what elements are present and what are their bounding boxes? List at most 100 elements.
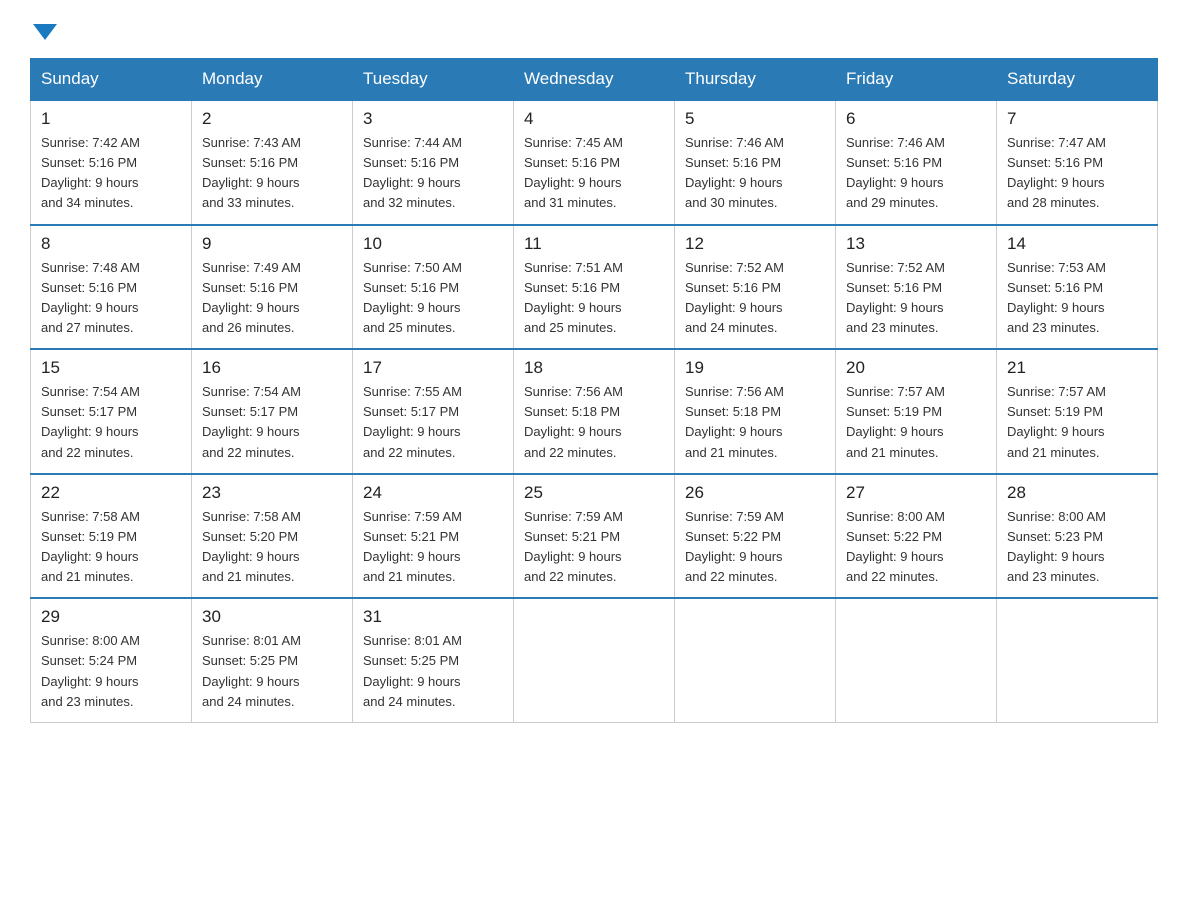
day-info: Sunrise: 7:57 AMSunset: 5:19 PMDaylight:… [1007, 384, 1106, 459]
calendar-cell: 2 Sunrise: 7:43 AMSunset: 5:16 PMDayligh… [192, 100, 353, 225]
weekday-header-monday: Monday [192, 59, 353, 101]
weekday-header-thursday: Thursday [675, 59, 836, 101]
day-number: 17 [363, 358, 503, 378]
day-info: Sunrise: 7:42 AMSunset: 5:16 PMDaylight:… [41, 135, 140, 210]
day-number: 31 [363, 607, 503, 627]
calendar-cell: 21 Sunrise: 7:57 AMSunset: 5:19 PMDaylig… [997, 349, 1158, 474]
day-number: 8 [41, 234, 181, 254]
day-info: Sunrise: 8:01 AMSunset: 5:25 PMDaylight:… [363, 633, 462, 708]
calendar-cell: 22 Sunrise: 7:58 AMSunset: 5:19 PMDaylig… [31, 474, 192, 599]
calendar-cell: 20 Sunrise: 7:57 AMSunset: 5:19 PMDaylig… [836, 349, 997, 474]
calendar-cell: 5 Sunrise: 7:46 AMSunset: 5:16 PMDayligh… [675, 100, 836, 225]
calendar-cell: 15 Sunrise: 7:54 AMSunset: 5:17 PMDaylig… [31, 349, 192, 474]
day-info: Sunrise: 7:52 AMSunset: 5:16 PMDaylight:… [685, 260, 784, 335]
day-info: Sunrise: 7:50 AMSunset: 5:16 PMDaylight:… [363, 260, 462, 335]
day-info: Sunrise: 7:59 AMSunset: 5:22 PMDaylight:… [685, 509, 784, 584]
calendar-cell: 14 Sunrise: 7:53 AMSunset: 5:16 PMDaylig… [997, 225, 1158, 350]
calendar-cell: 17 Sunrise: 7:55 AMSunset: 5:17 PMDaylig… [353, 349, 514, 474]
day-info: Sunrise: 7:46 AMSunset: 5:16 PMDaylight:… [685, 135, 784, 210]
calendar-cell [836, 598, 997, 722]
day-number: 19 [685, 358, 825, 378]
calendar-cell: 13 Sunrise: 7:52 AMSunset: 5:16 PMDaylig… [836, 225, 997, 350]
calendar-cell: 6 Sunrise: 7:46 AMSunset: 5:16 PMDayligh… [836, 100, 997, 225]
day-number: 14 [1007, 234, 1147, 254]
day-number: 9 [202, 234, 342, 254]
day-number: 22 [41, 483, 181, 503]
calendar-cell: 29 Sunrise: 8:00 AMSunset: 5:24 PMDaylig… [31, 598, 192, 722]
day-info: Sunrise: 8:00 AMSunset: 5:23 PMDaylight:… [1007, 509, 1106, 584]
calendar-cell: 19 Sunrise: 7:56 AMSunset: 5:18 PMDaylig… [675, 349, 836, 474]
calendar-cell: 18 Sunrise: 7:56 AMSunset: 5:18 PMDaylig… [514, 349, 675, 474]
calendar-cell: 12 Sunrise: 7:52 AMSunset: 5:16 PMDaylig… [675, 225, 836, 350]
day-number: 28 [1007, 483, 1147, 503]
day-info: Sunrise: 7:58 AMSunset: 5:20 PMDaylight:… [202, 509, 301, 584]
day-number: 26 [685, 483, 825, 503]
day-number: 6 [846, 109, 986, 129]
day-number: 23 [202, 483, 342, 503]
day-info: Sunrise: 7:54 AMSunset: 5:17 PMDaylight:… [41, 384, 140, 459]
page-header [30, 20, 1158, 40]
day-number: 4 [524, 109, 664, 129]
calendar-cell [514, 598, 675, 722]
day-info: Sunrise: 7:45 AMSunset: 5:16 PMDaylight:… [524, 135, 623, 210]
day-number: 25 [524, 483, 664, 503]
day-number: 1 [41, 109, 181, 129]
day-info: Sunrise: 7:49 AMSunset: 5:16 PMDaylight:… [202, 260, 301, 335]
day-number: 20 [846, 358, 986, 378]
day-info: Sunrise: 7:55 AMSunset: 5:17 PMDaylight:… [363, 384, 462, 459]
calendar-row-2: 8 Sunrise: 7:48 AMSunset: 5:16 PMDayligh… [31, 225, 1158, 350]
calendar-cell: 25 Sunrise: 7:59 AMSunset: 5:21 PMDaylig… [514, 474, 675, 599]
calendar-cell [997, 598, 1158, 722]
day-number: 13 [846, 234, 986, 254]
calendar-cell: 26 Sunrise: 7:59 AMSunset: 5:22 PMDaylig… [675, 474, 836, 599]
day-number: 3 [363, 109, 503, 129]
day-number: 24 [363, 483, 503, 503]
calendar-cell: 16 Sunrise: 7:54 AMSunset: 5:17 PMDaylig… [192, 349, 353, 474]
logo [30, 20, 57, 40]
calendar-row-3: 15 Sunrise: 7:54 AMSunset: 5:17 PMDaylig… [31, 349, 1158, 474]
calendar-cell: 10 Sunrise: 7:50 AMSunset: 5:16 PMDaylig… [353, 225, 514, 350]
day-number: 2 [202, 109, 342, 129]
calendar-row-5: 29 Sunrise: 8:00 AMSunset: 5:24 PMDaylig… [31, 598, 1158, 722]
day-info: Sunrise: 7:57 AMSunset: 5:19 PMDaylight:… [846, 384, 945, 459]
calendar-cell: 4 Sunrise: 7:45 AMSunset: 5:16 PMDayligh… [514, 100, 675, 225]
weekday-header-friday: Friday [836, 59, 997, 101]
calendar-cell: 30 Sunrise: 8:01 AMSunset: 5:25 PMDaylig… [192, 598, 353, 722]
day-info: Sunrise: 7:43 AMSunset: 5:16 PMDaylight:… [202, 135, 301, 210]
calendar-table: SundayMondayTuesdayWednesdayThursdayFrid… [30, 58, 1158, 723]
day-info: Sunrise: 7:54 AMSunset: 5:17 PMDaylight:… [202, 384, 301, 459]
day-number: 16 [202, 358, 342, 378]
day-info: Sunrise: 7:48 AMSunset: 5:16 PMDaylight:… [41, 260, 140, 335]
day-number: 29 [41, 607, 181, 627]
day-info: Sunrise: 8:01 AMSunset: 5:25 PMDaylight:… [202, 633, 301, 708]
calendar-cell: 23 Sunrise: 7:58 AMSunset: 5:20 PMDaylig… [192, 474, 353, 599]
day-info: Sunrise: 7:59 AMSunset: 5:21 PMDaylight:… [363, 509, 462, 584]
day-info: Sunrise: 7:58 AMSunset: 5:19 PMDaylight:… [41, 509, 140, 584]
calendar-cell: 28 Sunrise: 8:00 AMSunset: 5:23 PMDaylig… [997, 474, 1158, 599]
calendar-cell: 24 Sunrise: 7:59 AMSunset: 5:21 PMDaylig… [353, 474, 514, 599]
day-number: 18 [524, 358, 664, 378]
calendar-cell: 3 Sunrise: 7:44 AMSunset: 5:16 PMDayligh… [353, 100, 514, 225]
calendar-cell: 9 Sunrise: 7:49 AMSunset: 5:16 PMDayligh… [192, 225, 353, 350]
day-number: 30 [202, 607, 342, 627]
day-number: 11 [524, 234, 664, 254]
day-info: Sunrise: 7:47 AMSunset: 5:16 PMDaylight:… [1007, 135, 1106, 210]
day-info: Sunrise: 7:56 AMSunset: 5:18 PMDaylight:… [685, 384, 784, 459]
calendar-row-4: 22 Sunrise: 7:58 AMSunset: 5:19 PMDaylig… [31, 474, 1158, 599]
day-number: 27 [846, 483, 986, 503]
day-info: Sunrise: 8:00 AMSunset: 5:24 PMDaylight:… [41, 633, 140, 708]
day-number: 10 [363, 234, 503, 254]
day-info: Sunrise: 7:53 AMSunset: 5:16 PMDaylight:… [1007, 260, 1106, 335]
calendar-cell: 27 Sunrise: 8:00 AMSunset: 5:22 PMDaylig… [836, 474, 997, 599]
day-number: 5 [685, 109, 825, 129]
calendar-cell: 31 Sunrise: 8:01 AMSunset: 5:25 PMDaylig… [353, 598, 514, 722]
day-info: Sunrise: 7:56 AMSunset: 5:18 PMDaylight:… [524, 384, 623, 459]
calendar-cell: 1 Sunrise: 7:42 AMSunset: 5:16 PMDayligh… [31, 100, 192, 225]
weekday-header-tuesday: Tuesday [353, 59, 514, 101]
weekday-header-sunday: Sunday [31, 59, 192, 101]
day-number: 7 [1007, 109, 1147, 129]
calendar-cell: 7 Sunrise: 7:47 AMSunset: 5:16 PMDayligh… [997, 100, 1158, 225]
logo-arrow-icon [33, 24, 57, 40]
calendar-cell: 8 Sunrise: 7:48 AMSunset: 5:16 PMDayligh… [31, 225, 192, 350]
calendar-cell: 11 Sunrise: 7:51 AMSunset: 5:16 PMDaylig… [514, 225, 675, 350]
